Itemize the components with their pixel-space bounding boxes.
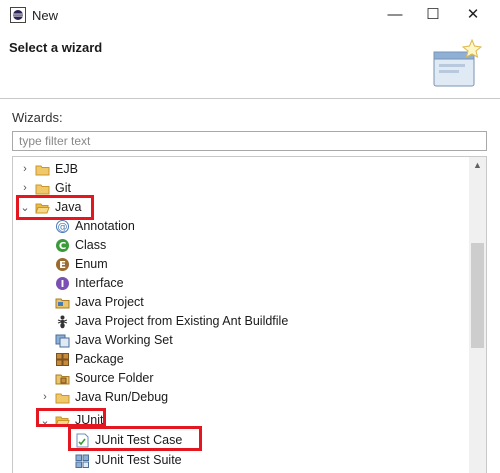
- tree-item-label: Enum: [75, 257, 108, 271]
- tree-item-java-project[interactable]: Java Project: [13, 293, 468, 312]
- junit-test-suite-icon: [75, 454, 89, 468]
- scroll-up-arrow-icon[interactable]: ▲: [469, 157, 486, 174]
- package-icon: [56, 353, 69, 366]
- filter-input[interactable]: [12, 131, 487, 151]
- working-set-icon: [55, 334, 70, 348]
- tree-item-label: Package: [75, 352, 124, 366]
- tree-item-label: Annotation: [75, 219, 135, 233]
- wizard-banner-icon: [433, 38, 483, 87]
- tree-item-package[interactable]: Package: [13, 350, 468, 369]
- wizard-banner: Select a wizard: [0, 30, 500, 99]
- wizards-label: Wizards:: [12, 110, 63, 125]
- folder-icon: [35, 184, 50, 195]
- highlight-box-junit-test-case: [68, 426, 202, 451]
- highlight-box-java: [16, 195, 94, 220]
- tree-item-label: Java Project from Existing Ant Buildfile: [75, 314, 289, 328]
- tree-item-working-set[interactable]: Java Working Set: [13, 331, 468, 350]
- source-folder-icon: [55, 374, 70, 385]
- svg-text:E: E: [59, 260, 66, 271]
- page-title: Select a wizard: [9, 40, 103, 55]
- svg-text:I: I: [61, 279, 65, 290]
- scrollbar-thumb[interactable]: [471, 243, 484, 348]
- chevron-right-icon[interactable]: ›: [40, 391, 50, 403]
- tree-item-label: Source Folder: [75, 371, 154, 385]
- class-icon: C: [56, 239, 69, 252]
- tree-item-junit-test-suite[interactable]: JUnit Test Suite: [13, 451, 468, 470]
- tree-item-label: Git: [55, 181, 71, 195]
- svg-text:C: C: [59, 241, 66, 252]
- tree-item-label: Class: [75, 238, 107, 252]
- java-project-icon: [55, 298, 70, 309]
- enum-icon: E: [56, 258, 69, 271]
- tree-item-label: EJB: [55, 162, 78, 176]
- wizard-tree[interactable]: › EJB › Git ⌄ Java @ Annotation C Class …: [12, 156, 487, 473]
- tree-item-source-folder[interactable]: Source Folder: [13, 369, 468, 388]
- eclipse-app-icon: [10, 7, 26, 23]
- ant-icon: [57, 315, 68, 329]
- folder-icon: [55, 393, 70, 404]
- svg-text:@: @: [58, 222, 68, 233]
- window-title: New: [32, 8, 59, 23]
- vertical-scrollbar[interactable]: ▲: [469, 157, 486, 473]
- tree-item-label: Java Run/Debug: [75, 390, 169, 404]
- annotation-icon: @: [56, 220, 69, 233]
- close-button[interactable]: ✕: [450, 2, 496, 28]
- tree-item-enum[interactable]: E Enum: [13, 255, 468, 274]
- chevron-right-icon[interactable]: ›: [20, 163, 30, 175]
- tree-item-ant-project[interactable]: Java Project from Existing Ant Buildfile: [13, 312, 468, 331]
- tree-item-java-run-debug[interactable]: › Java Run/Debug: [13, 388, 468, 407]
- tree-item-label: JUnit Test Suite: [95, 453, 182, 467]
- interface-icon: I: [56, 277, 69, 290]
- folder-icon: [35, 165, 50, 176]
- tree-item-label: Interface: [75, 276, 124, 290]
- chevron-right-icon[interactable]: ›: [20, 182, 30, 194]
- tree-item-ejb[interactable]: › EJB: [13, 160, 468, 179]
- tree-item-class[interactable]: C Class: [13, 236, 468, 255]
- tree-item-label: Java Working Set: [75, 333, 173, 347]
- tree-item-interface[interactable]: I Interface: [13, 274, 468, 293]
- tree-item-label: Java Project: [75, 295, 144, 309]
- title-bar: New — ☐ ✕: [0, 0, 500, 30]
- highlight-box-junit: [36, 408, 106, 427]
